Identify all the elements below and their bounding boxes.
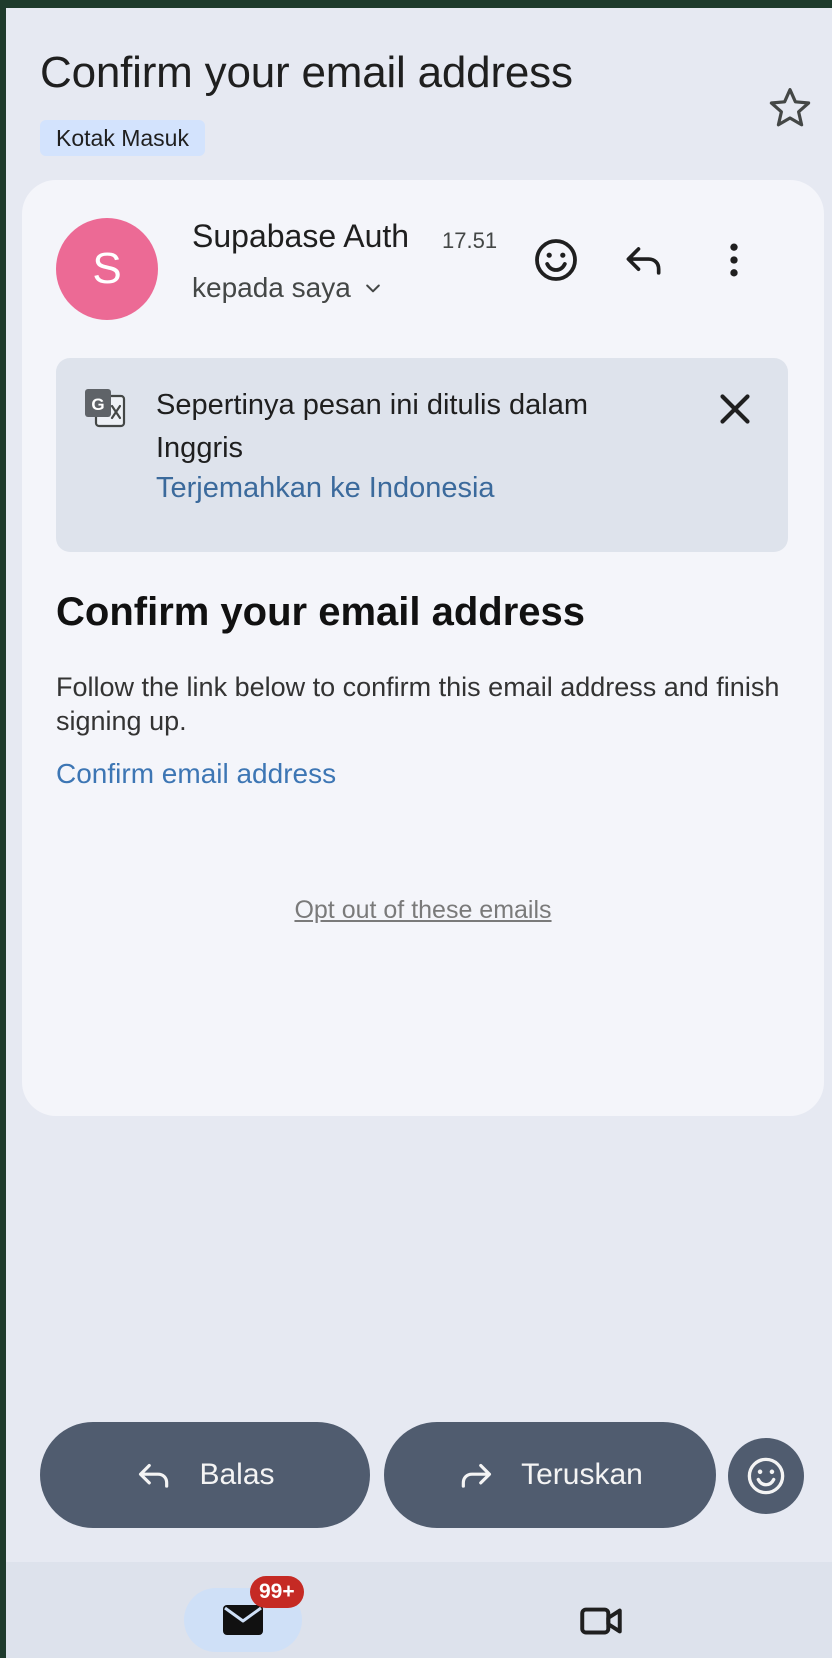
emoji-icon — [747, 1457, 785, 1495]
recipient-label: kepada saya — [192, 272, 351, 303]
translate-link[interactable]: Terjemahkan ke Indonesia — [156, 472, 495, 505]
emoji-icon[interactable] — [528, 232, 584, 288]
email-heading: Confirm your email address — [56, 590, 586, 634]
sender-name[interactable]: Supabase Auth — [192, 218, 409, 255]
email-subject: Confirm your email address — [40, 48, 573, 97]
emoji-react-button[interactable] — [728, 1438, 804, 1514]
message-card: S Supabase Auth 17.51 kepada saya G Sepe… — [22, 180, 824, 1116]
star-icon[interactable] — [766, 84, 814, 132]
avatar[interactable]: S — [56, 218, 158, 320]
forward-button[interactable]: Teruskan — [384, 1422, 716, 1528]
email-paragraph: Follow the link below to confirm this em… — [56, 672, 780, 736]
email-view: Confirm your email address Kotak Masuk S… — [6, 8, 832, 1658]
chevron-down-icon — [365, 284, 380, 293]
svg-text:G: G — [91, 395, 104, 414]
message-time: 17.51 — [442, 228, 498, 253]
reply-button-label: Balas — [199, 1458, 275, 1491]
opt-out-link: Opt out of these emails — [22, 896, 824, 925]
mail-icon — [223, 1605, 263, 1635]
translate-icon: G — [82, 386, 128, 432]
forward-button-label: Teruskan — [521, 1458, 643, 1491]
unread-badge: 99+ — [250, 1576, 304, 1608]
forward-icon — [461, 1463, 492, 1488]
reply-icon — [139, 1463, 169, 1488]
recipient-details[interactable]: kepada saya — [192, 272, 383, 304]
reply-button[interactable]: Balas — [40, 1422, 370, 1528]
more-vert-icon[interactable] — [706, 232, 762, 288]
video-icon[interactable] — [576, 1596, 626, 1646]
bottom-nav: 99+ — [6, 1562, 832, 1658]
translate-banner: G Sepertinya pesan ini ditulis dalam Ing… — [56, 358, 788, 552]
opt-out-link-text[interactable]: Opt out of these emails — [294, 896, 551, 924]
label-chip[interactable]: Kotak Masuk — [40, 120, 205, 156]
reply-icon[interactable] — [616, 232, 672, 288]
confirm-email-link[interactable]: Confirm email address — [56, 758, 336, 790]
translate-message: Sepertinya pesan ini ditulis dalam Inggr… — [156, 389, 589, 464]
close-icon[interactable] — [710, 384, 760, 434]
